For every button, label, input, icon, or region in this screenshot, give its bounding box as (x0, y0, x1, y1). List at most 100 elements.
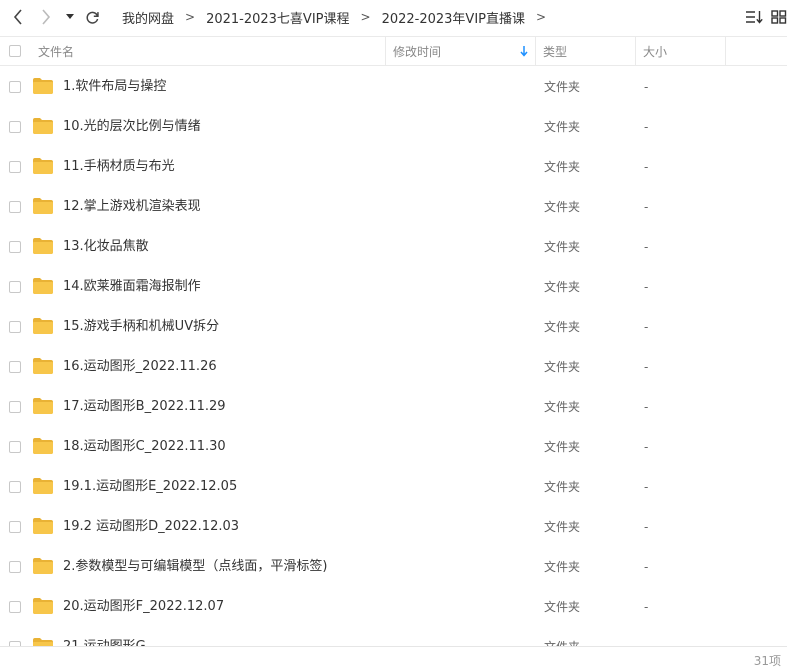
file-size: - (644, 480, 649, 494)
file-type: 文件夹 (544, 160, 581, 174)
file-type: 文件夹 (544, 560, 581, 574)
file-type: 文件夹 (544, 320, 581, 334)
breadcrumb: 我的网盘 > 2021-2023七喜VIP课程 > 2022-2023年VIP直… (122, 0, 557, 34)
row-checkbox[interactable] (9, 481, 21, 493)
file-name: 14.欧莱雅面霜海报制作 (63, 279, 201, 294)
folder-icon (33, 518, 53, 534)
file-size: - (644, 320, 649, 334)
toolbar: 我的网盘 > 2021-2023七喜VIP课程 > 2022-2023年VIP直… (0, 0, 787, 36)
file-size: - (644, 360, 649, 374)
breadcrumb-separator: > (185, 10, 196, 24)
file-name: 16.运动图形_2022.11.26 (63, 359, 217, 374)
folder-icon (33, 118, 53, 134)
forward-icon (42, 9, 51, 25)
status-bar: 31项 (0, 646, 787, 671)
file-name: 18.运动图形C_2022.11.30 (63, 439, 226, 454)
table-row[interactable]: 10.光的层次比例与情绪 文件夹 - (0, 107, 787, 147)
refresh-button[interactable] (82, 6, 102, 28)
file-size: - (644, 440, 649, 454)
folder-icon (33, 438, 53, 454)
column-modified-label: 修改时间 (393, 44, 442, 59)
file-name: 15.游戏手柄和机械UV拆分 (63, 319, 220, 334)
file-list-header: 文件名 修改时间 类型 大小 (0, 36, 787, 66)
sort-list-icon (746, 11, 763, 24)
file-name: 20.运动图形F_2022.12.07 (63, 599, 225, 614)
file-type: 文件夹 (544, 480, 581, 494)
row-checkbox[interactable] (9, 241, 21, 253)
table-row[interactable]: 18.运动图形C_2022.11.30 文件夹 - (0, 427, 787, 467)
table-row[interactable]: 21.运动图形G 文件夹 - (0, 627, 787, 646)
table-row[interactable]: 20.运动图形F_2022.12.07 文件夹 - (0, 587, 787, 627)
file-type: 文件夹 (544, 400, 581, 414)
file-type: 文件夹 (544, 240, 581, 254)
column-type[interactable]: 类型 (543, 37, 567, 65)
file-size: - (644, 627, 648, 646)
file-size: - (644, 240, 649, 254)
file-name: 1.软件布局与操控 (63, 79, 167, 94)
table-row[interactable]: 12.掌上游戏机渲染表现 文件夹 - (0, 187, 787, 227)
row-checkbox[interactable] (9, 161, 21, 173)
row-checkbox[interactable] (9, 441, 21, 453)
breadcrumb-separator: > (360, 10, 371, 24)
file-type: 文件夹 (544, 627, 580, 646)
column-name[interactable]: 文件名 (38, 37, 74, 65)
row-checkbox[interactable] (9, 401, 21, 413)
table-row[interactable]: 13.化妆品焦散 文件夹 - (0, 227, 787, 267)
file-type: 文件夹 (544, 120, 581, 134)
column-modified[interactable]: 修改时间 (393, 37, 533, 65)
select-all-checkbox[interactable] (9, 37, 21, 65)
column-divider (725, 37, 726, 65)
row-checkbox[interactable] (9, 321, 21, 333)
table-row[interactable]: 2.参数模型与可编辑模型（点线面，平滑标签) 文件夹 - (0, 547, 787, 587)
refresh-icon (85, 11, 99, 24)
grid-view-icon (771, 10, 787, 24)
sort-desc-icon (520, 46, 528, 57)
folder-icon (33, 238, 53, 254)
row-checkbox[interactable] (9, 121, 21, 133)
file-size: - (644, 520, 649, 534)
file-type: 文件夹 (544, 360, 581, 374)
table-row[interactable]: 16.运动图形_2022.11.26 文件夹 - (0, 347, 787, 387)
folder-icon (33, 78, 53, 94)
table-row[interactable]: 11.手柄材质与布光 文件夹 - (0, 147, 787, 187)
history-dropdown-button[interactable] (63, 6, 77, 28)
table-row[interactable]: 1.软件布局与操控 文件夹 - (0, 67, 787, 107)
file-type: 文件夹 (544, 520, 581, 534)
back-icon (13, 9, 22, 25)
column-divider (535, 37, 536, 65)
file-size: - (644, 80, 649, 94)
sort-menu-button[interactable] (744, 6, 764, 28)
row-checkbox[interactable] (9, 521, 21, 533)
table-row[interactable]: 14.欧莱雅面霜海报制作 文件夹 - (0, 267, 787, 307)
forward-button[interactable] (36, 6, 56, 28)
table-row[interactable]: 19.1.运动图形E_2022.12.05 文件夹 - (0, 467, 787, 507)
breadcrumb-root[interactable]: 我的网盘 (122, 8, 174, 27)
row-checkbox[interactable] (9, 361, 21, 373)
folder-icon (33, 478, 53, 494)
breadcrumb-separator: > (536, 10, 547, 24)
table-row[interactable]: 17.运动图形B_2022.11.29 文件夹 - (0, 387, 787, 427)
file-name: 19.1.运动图形E_2022.12.05 (63, 479, 238, 494)
view-mode-button[interactable] (771, 6, 787, 28)
folder-icon (33, 318, 53, 334)
row-checkbox[interactable] (9, 561, 21, 573)
file-name: 11.手柄材质与布光 (63, 159, 175, 174)
file-size: - (644, 200, 649, 214)
file-name: 17.运动图形B_2022.11.29 (63, 399, 226, 414)
breadcrumb-current[interactable]: 2022-2023年VIP直播课 (382, 8, 525, 27)
column-divider (385, 37, 386, 65)
table-row[interactable]: 19.2 运动图形D_2022.12.03 文件夹 - (0, 507, 787, 547)
back-button[interactable] (8, 6, 28, 28)
table-row[interactable]: 15.游戏手柄和机械UV拆分 文件夹 - (0, 307, 787, 347)
row-checkbox[interactable] (9, 201, 21, 213)
column-size[interactable]: 大小 (643, 37, 667, 65)
breadcrumb-course[interactable]: 2021-2023七喜VIP课程 (206, 8, 349, 27)
folder-icon (33, 358, 53, 374)
file-name: 21.运动图形G (63, 627, 146, 646)
folder-icon (33, 598, 53, 614)
file-size: - (644, 600, 649, 614)
row-checkbox[interactable] (9, 81, 21, 93)
row-checkbox[interactable] (9, 601, 21, 613)
row-checkbox[interactable] (9, 281, 21, 293)
item-count: 31项 (753, 654, 781, 668)
